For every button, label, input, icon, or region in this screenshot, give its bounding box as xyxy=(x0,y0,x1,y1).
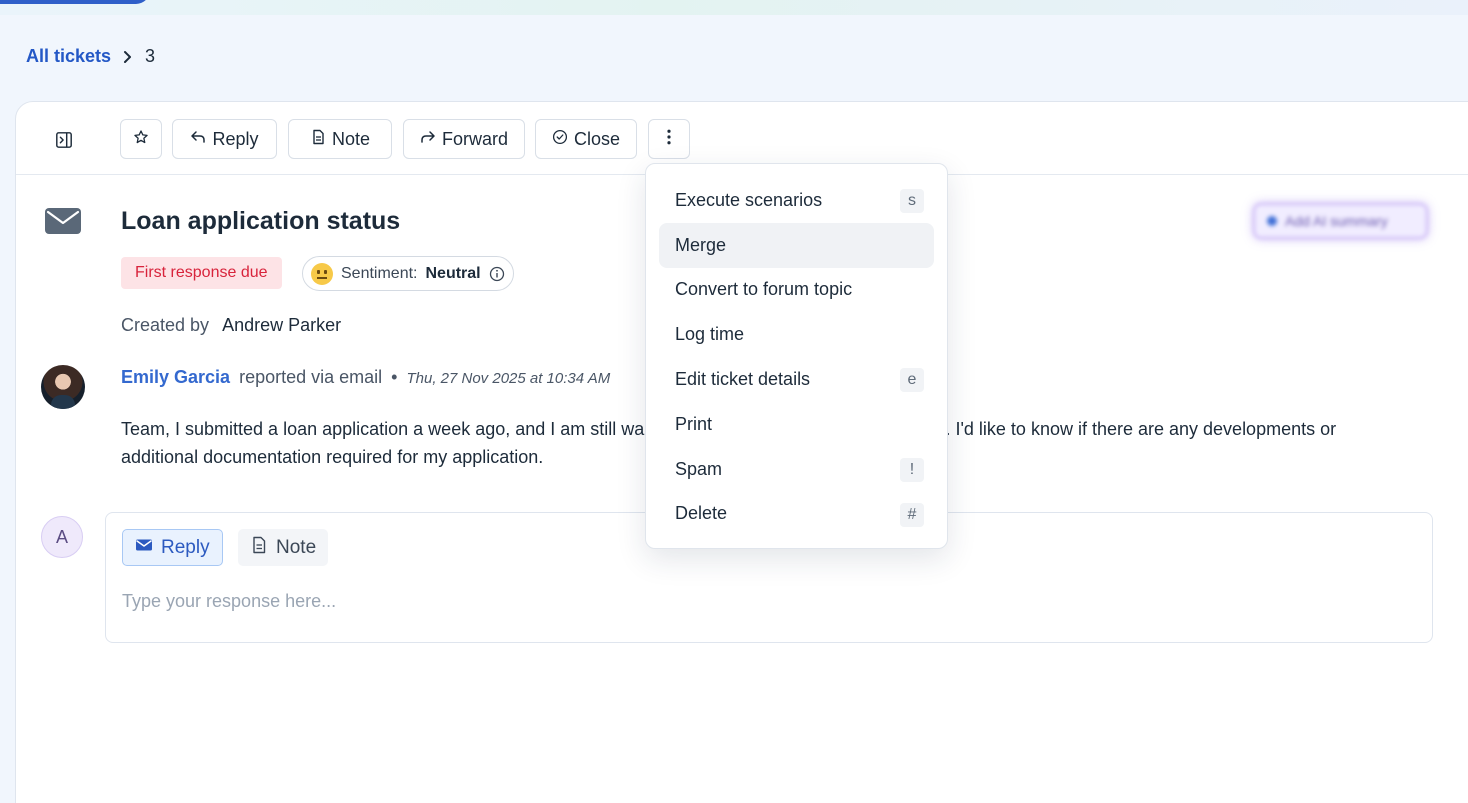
tab-note-label: Note xyxy=(276,536,317,558)
note-button-label: Note xyxy=(331,128,371,149)
requester-avatar xyxy=(41,365,85,409)
created-by-label: Created by xyxy=(121,315,210,335)
menu-item-print[interactable]: Print xyxy=(659,402,934,447)
message-timestamp: Thu, 27 Nov 2025 at 10:34 AM xyxy=(406,370,611,387)
menu-item-execute-scenarios[interactable]: Execute scenarios s xyxy=(659,178,934,223)
menu-item-convert-to-forum-topic[interactable]: Convert to forum topic xyxy=(659,268,934,313)
reply-input[interactable] xyxy=(122,591,1402,612)
note-icon xyxy=(310,129,326,150)
shortcut-key: # xyxy=(900,502,924,527)
sidebar-toggle-icon[interactable] xyxy=(54,130,74,150)
tab-note[interactable]: Note xyxy=(238,529,329,566)
close-button[interactable]: Close xyxy=(535,119,637,159)
sentiment-label: Sentiment: xyxy=(341,264,418,282)
menu-item-spam[interactable]: Spam ! xyxy=(659,447,934,492)
note-icon xyxy=(250,536,268,560)
forward-arrow-icon xyxy=(420,129,436,150)
created-by: Created by Andrew Parker xyxy=(121,315,341,336)
menu-item-label: Spam xyxy=(675,458,723,479)
menu-item-label: Merge xyxy=(675,234,727,255)
note-button[interactable]: Note xyxy=(288,119,392,159)
shortcut-key: s xyxy=(900,189,924,213)
check-circle-icon xyxy=(552,129,568,150)
ticket-title: Loan application status xyxy=(121,207,401,235)
tab-reply[interactable]: Reply xyxy=(122,529,223,566)
more-actions-menu: Execute scenarios s Merge Convert to for… xyxy=(645,163,948,549)
neutral-face-icon xyxy=(311,262,333,285)
reply-arrow-icon xyxy=(190,129,206,150)
ai-sparkle-icon xyxy=(1267,216,1277,226)
menu-item-label: Log time xyxy=(675,324,745,345)
menu-item-label: Print xyxy=(675,413,713,434)
menu-item-label: Convert to forum topic xyxy=(675,279,853,300)
message-via: reported via email xyxy=(239,367,383,387)
breadcrumb-all-tickets[interactable]: All tickets xyxy=(26,46,111,67)
sentiment-value: Neutral xyxy=(425,264,481,282)
top-banner xyxy=(0,0,1468,15)
shortcut-key: e xyxy=(900,368,924,393)
info-icon[interactable] xyxy=(489,266,505,282)
email-channel-icon xyxy=(45,208,81,234)
message-separator: • xyxy=(391,367,398,387)
mail-icon xyxy=(135,536,153,560)
menu-item-delete[interactable]: Delete # xyxy=(659,492,934,537)
tab-reply-label: Reply xyxy=(161,536,210,558)
reply-button[interactable]: Reply xyxy=(172,119,277,159)
menu-item-label: Execute scenarios xyxy=(675,189,823,210)
agent-avatar: A xyxy=(41,516,83,558)
add-ai-summary-button[interactable]: Add AI summary xyxy=(1253,203,1428,239)
star-button[interactable] xyxy=(120,119,162,159)
forward-button-label: Forward xyxy=(441,128,508,149)
shortcut-key: ! xyxy=(900,457,924,482)
breadcrumb: All tickets 3 xyxy=(26,46,155,67)
star-icon xyxy=(133,129,149,150)
menu-item-edit-ticket-details[interactable]: Edit ticket details e xyxy=(659,357,934,402)
chevron-right-icon xyxy=(121,50,135,64)
forward-button[interactable]: Forward xyxy=(403,119,525,159)
close-button-label: Close xyxy=(573,128,621,149)
sentiment-badge: Sentiment: Neutral xyxy=(302,256,514,291)
menu-item-log-time[interactable]: Log time xyxy=(659,312,934,357)
first-response-due-badge: First response due xyxy=(121,257,282,289)
menu-item-label: Edit ticket details xyxy=(675,369,811,390)
more-vertical-icon xyxy=(661,129,677,150)
menu-item-label: Delete xyxy=(675,503,728,524)
menu-item-merge[interactable]: Merge xyxy=(659,222,934,268)
message-header: Emily Garcia reported via email • Thu, 2… xyxy=(121,367,610,388)
breadcrumb-current: 3 xyxy=(145,46,156,66)
created-by-name: Andrew Parker xyxy=(222,315,342,335)
reply-button-label: Reply xyxy=(212,128,259,149)
more-actions-button[interactable] xyxy=(648,119,690,159)
message-author[interactable]: Emily Garcia xyxy=(121,367,230,388)
top-banner-pill xyxy=(0,0,150,4)
ai-summary-label: Add AI summary xyxy=(1285,213,1388,229)
